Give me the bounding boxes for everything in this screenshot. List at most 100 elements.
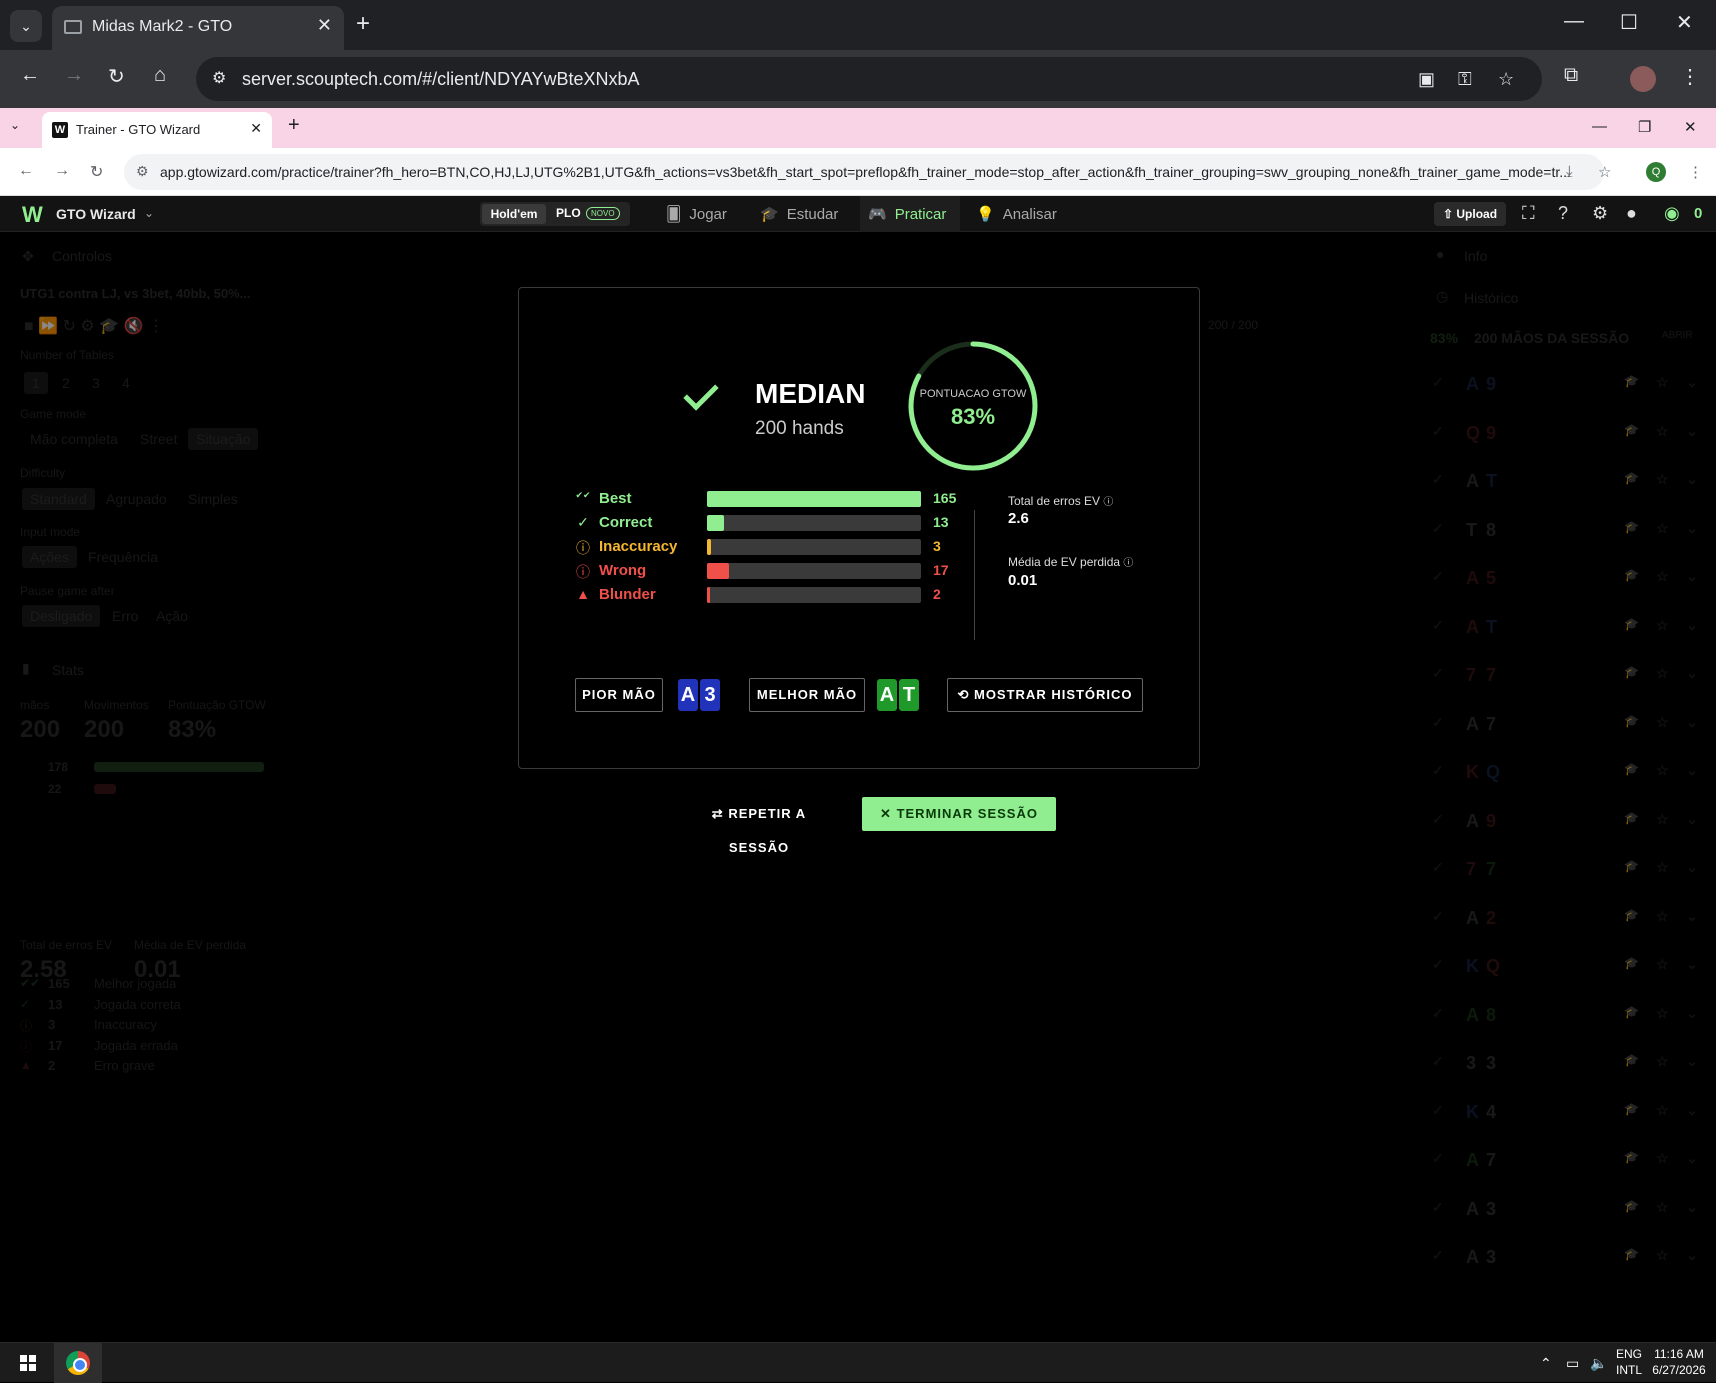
inner-url: app.gtowizard.com/practice/trainer?fh_he… — [160, 164, 1571, 180]
upload-button[interactable]: ⇧ Upload — [1434, 202, 1506, 226]
minimize-button[interactable]: — — [1564, 10, 1584, 33]
outer-tab[interactable]: Midas Mark2 - GTO ✕ — [52, 6, 344, 50]
help-circle-icon[interactable]: ⓘ — [1103, 497, 1113, 508]
gto-wizard-logo-icon[interactable]: W — [22, 202, 43, 228]
app-header: W GTO Wizard ⌄ Hold'em PLO NOVO 🂠 Jogar 🎓… — [0, 196, 1716, 232]
check-icon — [683, 375, 719, 411]
inner-address-bar[interactable]: ⚙ app.gtowizard.com/practice/trainer?fh_… — [124, 154, 1604, 190]
show-history-button[interactable]: ⟲ MOSTRAR HISTÓRICO — [947, 678, 1143, 712]
stat-row-wrong: ⓘ Wrong 17 — [575, 560, 949, 580]
nav-estudar-label: Estudar — [786, 206, 839, 223]
divider — [974, 510, 975, 640]
tab-search-button[interactable]: ⌄ — [10, 10, 42, 42]
warning-triangle-icon: ▲ — [576, 586, 590, 602]
network-icon[interactable]: ▭ — [1566, 1355, 1579, 1372]
playing-card: A — [678, 679, 698, 711]
stat-row-blunder: ▲ Blunder 2 — [575, 584, 945, 604]
repeat-icon: ⇄ — [711, 806, 724, 821]
best-hand-cards[interactable]: AT — [877, 679, 919, 711]
alert-circle-icon: ⓘ — [576, 564, 590, 580]
close-tab-icon[interactable]: ✕ — [317, 15, 332, 36]
windows-start-icon[interactable] — [20, 1355, 36, 1371]
help-icon[interactable]: ? — [1558, 203, 1568, 224]
outer-address-bar[interactable]: ⚙ server.scouptech.com/#/client/NDYAYwBt… — [196, 57, 1542, 101]
home-icon[interactable]: ⌂ — [154, 64, 166, 87]
nav-jogar-label: Jogar — [689, 206, 727, 223]
inner-site-info-icon[interactable]: ⚙ — [136, 163, 149, 180]
extensions-icon[interactable]: ⧉ — [1564, 64, 1578, 87]
menu-dots-icon[interactable]: ⋮ — [1680, 64, 1700, 89]
avatar[interactable] — [1630, 66, 1656, 92]
lang-primary[interactable]: ENG — [1612, 1347, 1646, 1361]
inner-menu-dots-icon[interactable]: ⋮ — [1688, 163, 1703, 181]
nav-jogar[interactable]: 🂠 Jogar — [666, 205, 727, 223]
bookmark-star-icon[interactable]: ☆ — [1498, 69, 1514, 90]
install-icon[interactable]: ⤓ — [1566, 163, 1573, 180]
help-circle-icon[interactable]: ⓘ — [1123, 558, 1133, 569]
stat-row-correct: ✓ Correct 13 — [575, 512, 949, 532]
coin-icon[interactable]: ◉ — [1664, 203, 1680, 224]
inner-profile-avatar[interactable]: Q — [1646, 162, 1666, 182]
session-result-modal: MEDIAN 200 hands PONTUACAO GTOW 83% ✔✔ Be… — [518, 287, 1200, 769]
stat-bar-fill — [707, 491, 921, 507]
inner-back-icon[interactable]: ← — [18, 162, 34, 180]
inner-reload-icon[interactable]: ↻ — [90, 162, 103, 182]
upload-label: Upload — [1456, 207, 1498, 221]
close-window-button[interactable]: ✕ — [1676, 10, 1693, 35]
inner-tab[interactable]: W Trainer - GTO Wizard ✕ — [42, 112, 272, 148]
worst-hand-cards[interactable]: A3 — [678, 679, 720, 711]
outer-toolbar: ← → ↻ ⌂ ⚙ server.scouptech.com/#/client/… — [0, 50, 1716, 108]
inner-forward-icon[interactable]: → — [54, 162, 70, 180]
new-tab-button[interactable]: + — [356, 10, 370, 38]
repeat-session-button[interactable]: ⇄ REPETIR A SESSÃO — [680, 797, 838, 855]
nav-praticar[interactable]: 🎮 Praticar — [868, 205, 946, 223]
inner-new-tab-button[interactable]: + — [288, 114, 300, 137]
key-icon[interactable]: ⚿ — [1458, 69, 1472, 90]
brand-name[interactable]: GTO Wizard — [56, 206, 136, 222]
lang-secondary[interactable]: INTL — [1612, 1363, 1646, 1377]
terminal-icon — [64, 20, 82, 34]
forward-icon[interactable]: → — [64, 64, 84, 87]
stat-count: 2 — [933, 586, 941, 602]
nav-estudar[interactable]: 🎓 Estudar — [760, 205, 838, 223]
worst-hand-button[interactable]: PIOR MÃO — [575, 678, 663, 712]
close-inner-tab-icon[interactable]: ✕ — [250, 120, 262, 137]
chevron-down-icon[interactable]: ⌄ — [144, 206, 154, 220]
screenshot-icon[interactable]: ⛶ — [1522, 203, 1535, 224]
settings-gear-icon[interactable]: ⚙ — [1592, 203, 1608, 224]
inner-tab-search-button[interactable]: ⌄ — [10, 118, 20, 132]
site-info-icon[interactable]: ⚙ — [212, 68, 226, 88]
inner-restore-button[interactable]: ❐ — [1638, 118, 1651, 136]
stat-bar — [707, 563, 921, 579]
maximize-button[interactable]: ☐ — [1620, 10, 1638, 35]
inner-minimize-button[interactable]: — — [1592, 118, 1607, 135]
back-icon[interactable]: ← — [20, 64, 40, 87]
holdem-option[interactable]: Hold'em — [482, 204, 546, 224]
clock-time[interactable]: 11:16 AM — [1646, 1347, 1712, 1361]
gamepad-icon: 🎮 — [868, 206, 887, 223]
tray-chevron-icon[interactable]: ⌃ — [1540, 1355, 1552, 1372]
chrome-icon[interactable] — [66, 1351, 90, 1375]
score-value: 83% — [950, 404, 996, 429]
best-hand-button[interactable]: MELHOR MÃO — [749, 678, 865, 712]
user-icon[interactable]: ● — [1626, 203, 1637, 224]
ev-total-label-text: Total de erros EV — [1008, 494, 1101, 508]
stat-row-inaccuracy: ⓘ Inaccuracy 3 — [575, 536, 945, 556]
volume-icon[interactable]: 🔈 — [1590, 1355, 1607, 1372]
end-session-button[interactable]: ✕ TERMINAR SESSÃO — [862, 797, 1056, 831]
stat-bar — [707, 587, 921, 603]
playing-card: 3 — [700, 679, 720, 711]
stat-name: Blunder — [599, 586, 656, 603]
nav-analisar[interactable]: 💡 Analisar — [976, 205, 1057, 223]
plo-option[interactable]: PLO — [556, 206, 581, 220]
stat-bar — [707, 539, 921, 555]
inner-close-window-button[interactable]: ✕ — [1684, 118, 1697, 136]
reload-icon[interactable]: ↻ — [108, 64, 125, 89]
coin-count: 0 — [1694, 205, 1703, 222]
ev-total-label: Total de erros EV ⓘ — [1008, 493, 1113, 508]
inner-bookmark-icon[interactable]: ☆ — [1598, 163, 1611, 181]
clock-date[interactable]: 6/27/2026 — [1646, 1363, 1712, 1377]
nav-analisar-label: Analisar — [1002, 206, 1057, 223]
stat-bar-fill — [707, 587, 710, 603]
clipboard-icon[interactable]: ▣ — [1418, 69, 1435, 90]
